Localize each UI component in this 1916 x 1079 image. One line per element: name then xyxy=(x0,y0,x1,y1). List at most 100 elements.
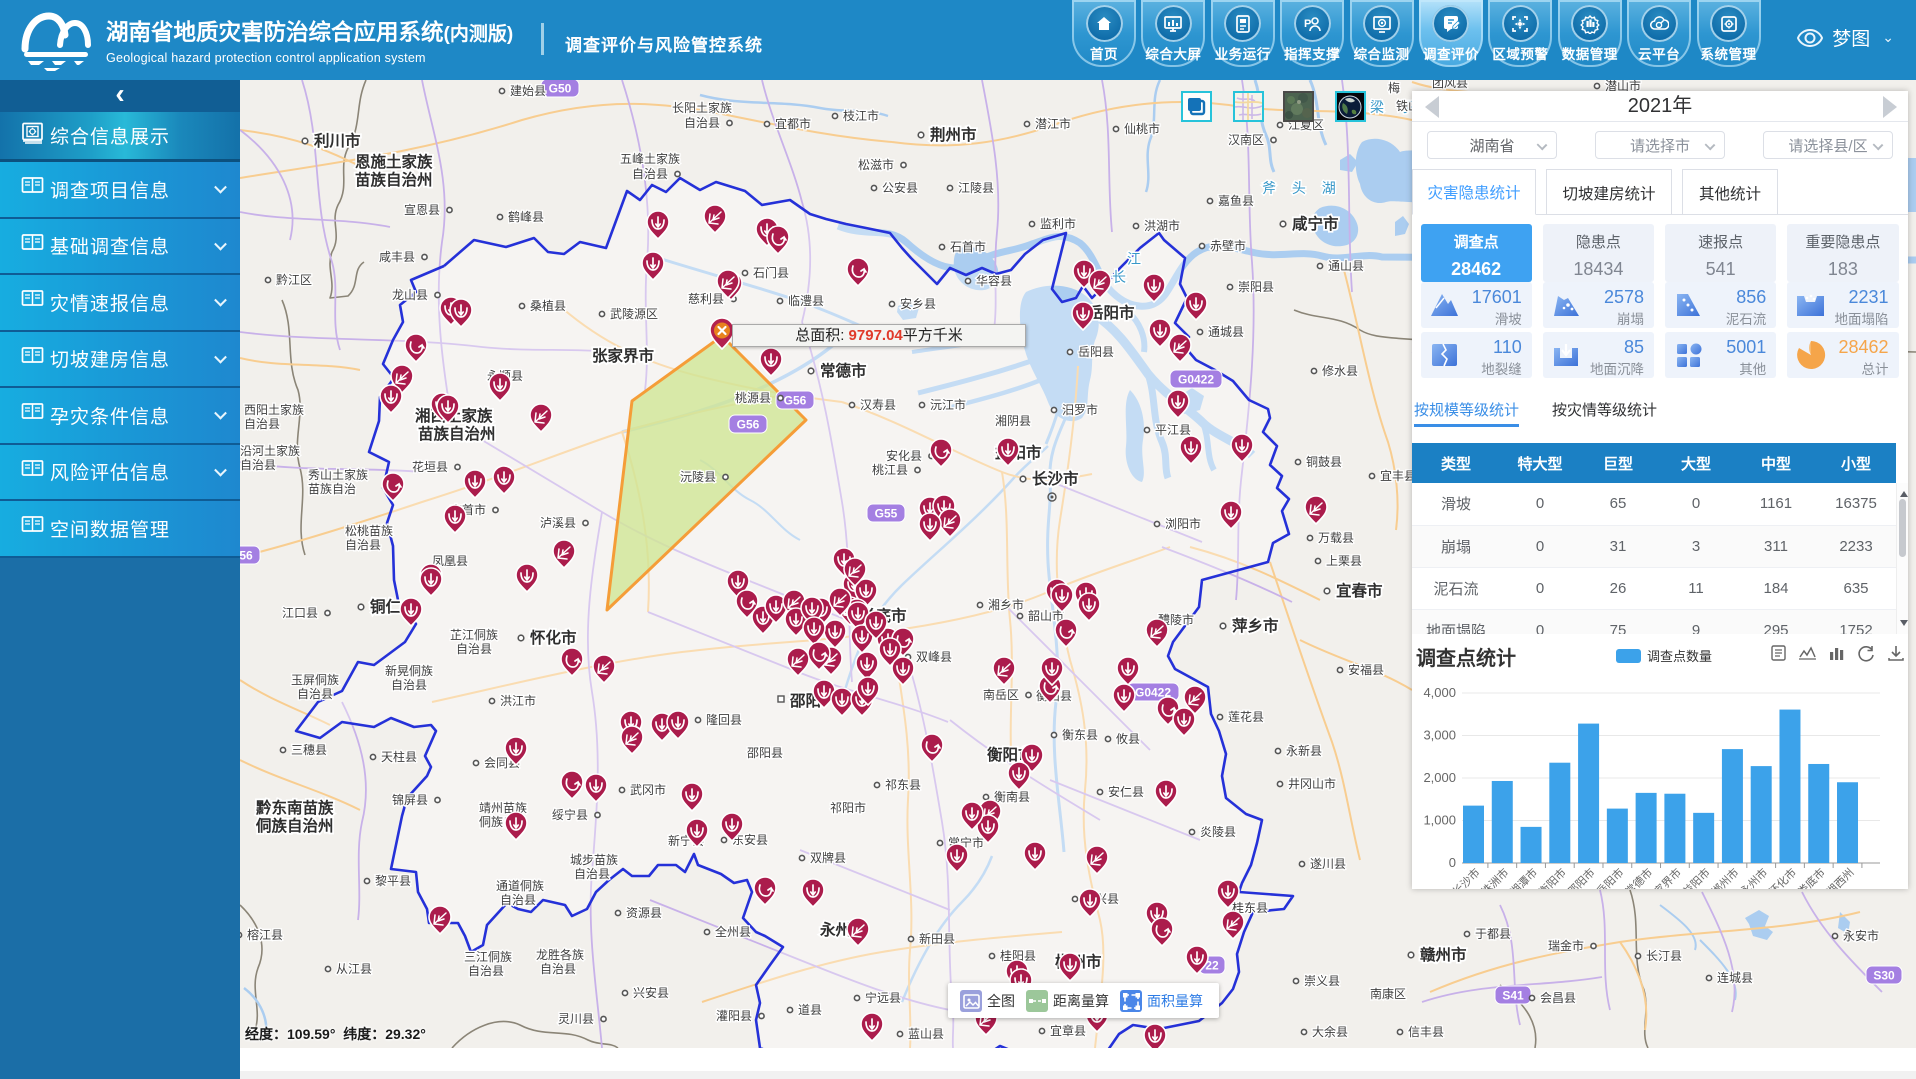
svg-text:邵阳市: 邵阳市 xyxy=(1564,865,1597,889)
svg-text:苗族自治州: 苗族自治州 xyxy=(418,424,496,443)
svg-text:沅江市: 沅江市 xyxy=(930,397,966,412)
svg-text:岳阳县: 岳阳县 xyxy=(1078,345,1114,359)
svg-text:苗族自治州: 苗族自治州 xyxy=(355,170,433,189)
svg-text:枝江市: 枝江市 xyxy=(843,108,879,123)
svg-text:汨罗市: 汨罗市 xyxy=(1062,402,1098,417)
svg-text:赤壁市: 赤壁市 xyxy=(1210,238,1246,253)
svg-text:攸县: 攸县 xyxy=(1116,731,1140,746)
svg-text:连城县: 连城县 xyxy=(1717,970,1753,985)
svg-text:建始县: 建始县 xyxy=(510,84,546,98)
svg-text:株洲市: 株洲市 xyxy=(1478,865,1511,889)
svg-text:永安市: 永安市 xyxy=(1843,928,1879,943)
svg-text:汉南区: 汉南区 xyxy=(1228,132,1264,147)
svg-text:慈利县: 慈利县 xyxy=(688,291,724,306)
svg-text:南岳区: 南岳区 xyxy=(983,687,1019,702)
svg-text:灵川县: 灵川县 xyxy=(558,1012,594,1026)
svg-text:万载县: 万载县 xyxy=(1318,531,1354,545)
svg-text:衡南县: 衡南县 xyxy=(994,789,1030,804)
svg-text:信丰县: 信丰县 xyxy=(1408,1025,1444,1039)
svg-text:绥宁县: 绥宁县 xyxy=(552,807,588,822)
svg-text:湘潭市: 湘潭市 xyxy=(1507,865,1540,889)
svg-text:安乡县: 安乡县 xyxy=(900,296,936,311)
svg-text:新晃侗族: 新晃侗族 xyxy=(385,663,433,678)
svg-text:长阳土家族: 长阳土家族 xyxy=(672,100,732,115)
svg-text:赣州市: 赣州市 xyxy=(1420,945,1467,964)
svg-text:永新县: 永新县 xyxy=(1286,743,1322,758)
svg-text:江: 江 xyxy=(1127,251,1141,267)
svg-text:沅陵县: 沅陵县 xyxy=(680,470,716,484)
svg-text:G50: G50 xyxy=(549,82,572,96)
svg-text:桃江县: 桃江县 xyxy=(872,462,908,477)
svg-text:大余县: 大余县 xyxy=(1312,1024,1348,1039)
svg-text:荆州市: 荆州市 xyxy=(930,125,977,144)
svg-text:湘西州: 湘西州 xyxy=(1823,865,1856,889)
svg-text:自治县: 自治县 xyxy=(684,116,720,130)
svg-text:S41: S41 xyxy=(1502,989,1524,1003)
svg-text:咸宁市: 咸宁市 xyxy=(1292,214,1339,233)
svg-text:三江侗族: 三江侗族 xyxy=(464,950,512,964)
svg-text:祁阳市: 祁阳市 xyxy=(830,800,866,815)
svg-text:资源县: 资源县 xyxy=(626,906,662,920)
svg-text:莲花县: 莲花县 xyxy=(1228,709,1264,724)
svg-text:崇义县: 崇义县 xyxy=(1304,974,1340,988)
svg-text:自治县: 自治县 xyxy=(632,167,668,181)
svg-text:自治县: 自治县 xyxy=(297,687,333,701)
svg-text:沿河土家族: 沿河土家族 xyxy=(240,443,300,458)
svg-text:芷江侗族: 芷江侗族 xyxy=(450,628,498,642)
svg-text:蓝山县: 蓝山县 xyxy=(908,1027,944,1041)
svg-text:G55: G55 xyxy=(875,507,898,521)
svg-text:榕江县: 榕江县 xyxy=(247,927,283,942)
svg-text:玉屏侗族: 玉屏侗族 xyxy=(291,673,339,687)
svg-text:长: 长 xyxy=(1112,269,1126,285)
svg-text:仙桃市: 仙桃市 xyxy=(1124,121,1160,136)
svg-text:潜江市: 潜江市 xyxy=(1035,116,1071,131)
svg-text:团风县: 团风县 xyxy=(1432,80,1468,90)
svg-text:三穗县: 三穗县 xyxy=(291,743,327,757)
svg-text:宜春市: 宜春市 xyxy=(1336,581,1383,600)
svg-text:萍乡市: 萍乡市 xyxy=(1232,616,1279,635)
svg-text:监利市: 监利市 xyxy=(1040,216,1076,231)
svg-text:宁远县: 宁远县 xyxy=(865,990,901,1005)
svg-text:石门县: 石门县 xyxy=(753,265,789,280)
svg-text:常德市: 常德市 xyxy=(1622,865,1655,889)
svg-text:G56: G56 xyxy=(784,394,807,408)
svg-text:侗族自治州: 侗族自治州 xyxy=(255,816,334,835)
svg-text:秀山土家族: 秀山土家族 xyxy=(308,467,368,482)
svg-text:邵阳县: 邵阳县 xyxy=(747,746,783,760)
svg-text:张家界市: 张家界市 xyxy=(592,346,655,365)
svg-text:祁东县: 祁东县 xyxy=(885,777,921,792)
svg-text:衡阳市: 衡阳市 xyxy=(1536,865,1569,889)
svg-text:黎平县: 黎平县 xyxy=(375,874,411,888)
svg-text:武冈市: 武冈市 xyxy=(630,782,666,797)
svg-text:宣恩县: 宣恩县 xyxy=(404,202,440,217)
svg-text:灌阳县: 灌阳县 xyxy=(716,1009,752,1023)
svg-text:龙胜各族: 龙胜各族 xyxy=(536,947,584,962)
svg-text:公安县: 公安县 xyxy=(882,180,918,195)
svg-text:从江县: 从江县 xyxy=(336,962,372,976)
svg-text:安化县: 安化县 xyxy=(886,448,922,463)
svg-text:修水县: 修水县 xyxy=(1322,363,1358,378)
svg-text:天柱县: 天柱县 xyxy=(381,749,417,764)
svg-text:梅: 梅 xyxy=(1388,80,1400,95)
svg-text:自治县: 自治县 xyxy=(240,458,276,472)
svg-text:G56: G56 xyxy=(737,418,760,432)
svg-text:4,000: 4,000 xyxy=(1423,685,1456,700)
svg-text:桃源县: 桃源县 xyxy=(735,390,771,405)
svg-text:苗族自治: 苗族自治 xyxy=(308,482,356,496)
svg-text:安福县: 安福县 xyxy=(1348,662,1384,677)
svg-text:江陵县: 江陵县 xyxy=(958,181,994,195)
svg-text:花垣县: 花垣县 xyxy=(412,459,448,474)
svg-text:华容县: 华容县 xyxy=(976,273,1012,288)
svg-text:自治县: 自治县 xyxy=(391,678,427,692)
svg-text:黔东南苗族: 黔东南苗族 xyxy=(256,798,334,817)
svg-text:南康区: 南康区 xyxy=(1370,986,1406,1001)
svg-text:岳阳市: 岳阳市 xyxy=(1593,865,1626,889)
svg-text:锦屏县: 锦屏县 xyxy=(392,793,428,807)
svg-text:宜都市: 宜都市 xyxy=(775,116,811,131)
svg-text:兴安县: 兴安县 xyxy=(633,985,669,1000)
svg-text:S30: S30 xyxy=(1873,969,1895,983)
svg-text:0: 0 xyxy=(1449,855,1456,870)
svg-text:浏阳市: 浏阳市 xyxy=(1165,516,1201,531)
svg-text:瑞金市: 瑞金市 xyxy=(1548,938,1584,953)
svg-text:崇阳县: 崇阳县 xyxy=(1238,280,1274,294)
